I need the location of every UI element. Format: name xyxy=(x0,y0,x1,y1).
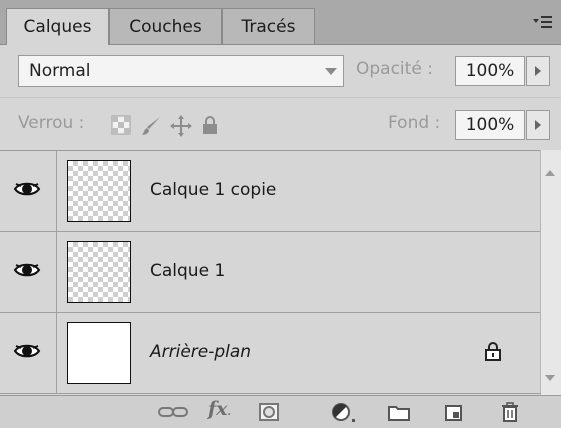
lock-image-pixels-icon[interactable] xyxy=(140,115,160,135)
layer-name[interactable]: Arrière-plan xyxy=(150,342,251,362)
layers-panel: Calques Couches Tracés Normal Opacité : … xyxy=(0,0,561,428)
layer-row[interactable]: Arrière-plan xyxy=(0,313,540,394)
layers-scrollbar[interactable] xyxy=(540,150,561,395)
visibility-toggle[interactable] xyxy=(0,313,57,393)
fill-field[interactable]: 100% xyxy=(455,110,525,140)
delete-layer-icon[interactable] xyxy=(500,401,520,423)
layer-row[interactable]: Calque 1 xyxy=(0,232,540,313)
layer-lock-icon xyxy=(484,341,502,365)
new-group-icon[interactable] xyxy=(387,401,411,423)
opacity-slider-toggle[interactable] xyxy=(526,56,550,86)
link-layers-icon[interactable] xyxy=(157,401,189,423)
layer-row[interactable]: Calque 1 copie xyxy=(0,151,540,232)
lock-position-icon[interactable] xyxy=(170,115,192,137)
opacity-label: Opacité : xyxy=(356,59,433,79)
opacity-field[interactable]: 100% xyxy=(455,56,525,86)
tab-traces[interactable]: Tracés xyxy=(222,8,315,44)
lock-row: Verrou : Fond: 100% xyxy=(0,97,561,150)
layers-list: Calque 1 copie Calque 1 Arrière-plan xyxy=(0,150,540,396)
blend-mode-value: Normal xyxy=(29,61,91,81)
adjustment-layer-icon[interactable] xyxy=(330,401,358,423)
blend-row: Normal Opacité : 100% xyxy=(0,45,561,97)
eye-icon xyxy=(13,344,41,358)
layer-name[interactable]: Calque 1 xyxy=(150,261,225,281)
tab-calques[interactable]: Calques xyxy=(6,8,109,45)
fill-label: Fond : xyxy=(388,113,441,133)
scroll-down-arrow-icon[interactable] xyxy=(545,375,555,381)
visibility-toggle[interactable] xyxy=(0,232,57,312)
blend-mode-select[interactable]: Normal xyxy=(18,55,344,87)
layer-name[interactable]: Calque 1 copie xyxy=(150,180,276,200)
tab-couches[interactable]: Couches xyxy=(109,8,222,44)
fx-icon[interactable]: fx. xyxy=(208,398,231,420)
lock-transparent-pixels-icon[interactable] xyxy=(111,115,131,135)
lock-label: Verrou : xyxy=(18,113,85,133)
visibility-toggle[interactable] xyxy=(0,151,57,231)
eye-icon xyxy=(13,182,41,196)
scroll-up-arrow-icon[interactable] xyxy=(545,170,555,176)
tab-bar: Calques Couches Tracés xyxy=(0,0,561,45)
layer-thumbnail xyxy=(67,160,131,222)
layer-thumbnail xyxy=(67,322,131,384)
fill-slider-toggle[interactable] xyxy=(526,110,550,140)
layer-mask-icon[interactable] xyxy=(258,401,280,423)
layers-toolbar: fx. xyxy=(0,395,561,428)
chevron-down-icon xyxy=(325,68,337,75)
eye-icon xyxy=(13,263,41,277)
lock-all-icon[interactable] xyxy=(200,115,220,135)
panel-menu-icon[interactable] xyxy=(533,14,553,33)
new-layer-icon[interactable] xyxy=(443,401,465,423)
layer-thumbnail xyxy=(67,241,131,303)
